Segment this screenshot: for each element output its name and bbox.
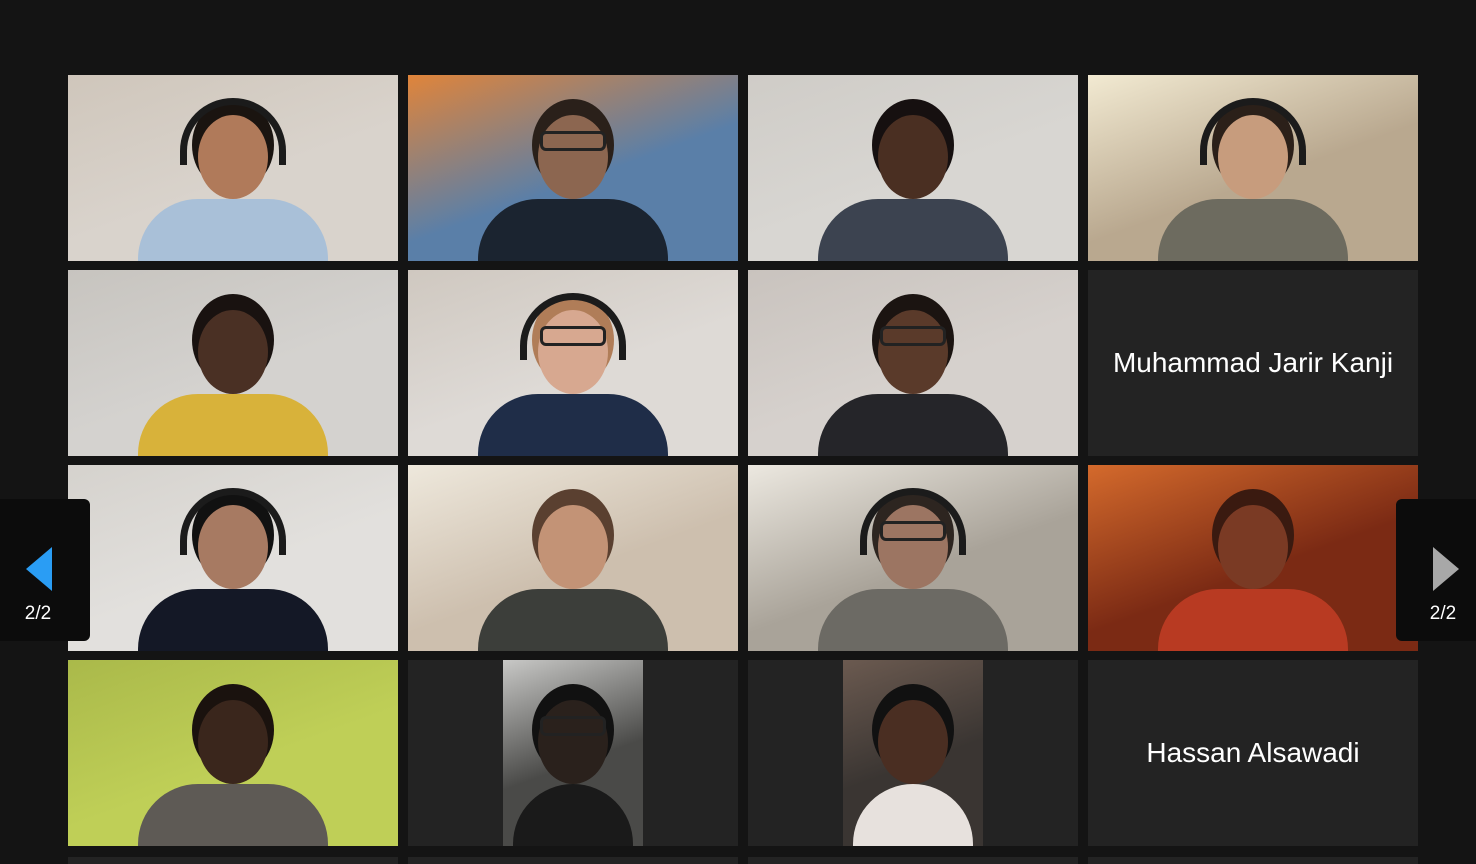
partial-tile bbox=[1088, 857, 1418, 864]
glasses-icon bbox=[540, 131, 606, 151]
participant-video bbox=[68, 660, 398, 846]
participant-silhouette bbox=[818, 589, 1008, 651]
participant-tile[interactable] bbox=[408, 465, 738, 651]
participant-silhouette bbox=[478, 394, 668, 456]
participant-face bbox=[878, 310, 948, 394]
participant-video bbox=[843, 660, 983, 846]
participant-name: Muhammad Jarir Kanji bbox=[1112, 347, 1394, 378]
triangle-left-icon bbox=[26, 547, 52, 591]
participant-tile[interactable] bbox=[408, 270, 738, 456]
participant-tile[interactable]: Muhammad Jarir Kanji bbox=[1088, 270, 1418, 456]
triangle-right-icon bbox=[1433, 547, 1459, 591]
participant-tile[interactable]: Hassan Alsawadi bbox=[1088, 660, 1418, 846]
participant-silhouette bbox=[138, 589, 328, 651]
participant-tile[interactable] bbox=[1088, 75, 1418, 261]
participant-video bbox=[748, 465, 1078, 651]
participant-tile[interactable] bbox=[748, 465, 1078, 651]
participant-tile[interactable] bbox=[68, 465, 398, 651]
participant-tile[interactable] bbox=[68, 660, 398, 846]
participant-silhouette bbox=[818, 394, 1008, 456]
participant-face bbox=[878, 115, 948, 199]
participant-tile[interactable] bbox=[68, 270, 398, 456]
participant-face bbox=[538, 115, 608, 199]
participant-silhouette bbox=[1158, 589, 1348, 651]
headphones-icon bbox=[520, 293, 626, 360]
participant-video bbox=[748, 270, 1078, 456]
participant-video bbox=[68, 270, 398, 456]
video-call-gallery: Muhammad Jarir Kanji Hassan Alsawadi 2/2 … bbox=[0, 0, 1476, 864]
participant-tile[interactable] bbox=[68, 75, 398, 261]
participant-video bbox=[1088, 75, 1418, 261]
participant-face bbox=[198, 310, 268, 394]
page-indicator: 2/2 bbox=[24, 603, 52, 624]
participant-grid: Muhammad Jarir Kanji Hassan Alsawadi bbox=[68, 75, 1418, 846]
participant-silhouette bbox=[853, 784, 973, 846]
headphones-icon bbox=[860, 488, 966, 555]
participant-video bbox=[408, 465, 738, 651]
next-row-peek bbox=[68, 857, 1418, 864]
participant-tile[interactable] bbox=[1088, 465, 1418, 651]
previous-page-button[interactable]: 2/2 bbox=[0, 499, 90, 641]
participant-video bbox=[408, 75, 738, 261]
partial-tile bbox=[748, 857, 1078, 864]
participant-tile[interactable] bbox=[748, 270, 1078, 456]
participant-face bbox=[538, 700, 608, 784]
participant-silhouette bbox=[138, 199, 328, 261]
participant-face bbox=[1218, 505, 1288, 589]
participant-silhouette bbox=[513, 784, 633, 846]
headphones-icon bbox=[180, 98, 286, 165]
headphones-icon bbox=[1200, 98, 1306, 165]
participant-silhouette bbox=[478, 199, 668, 261]
participant-silhouette bbox=[478, 589, 668, 651]
participant-video bbox=[68, 465, 398, 651]
participant-video bbox=[503, 660, 643, 846]
participant-video bbox=[748, 75, 1078, 261]
participant-tile[interactable] bbox=[408, 660, 738, 846]
headphones-icon bbox=[180, 488, 286, 555]
participant-video bbox=[68, 75, 398, 261]
participant-video bbox=[1088, 465, 1418, 651]
participant-name: Hassan Alsawadi bbox=[1146, 737, 1360, 768]
glasses-icon bbox=[540, 716, 606, 736]
participant-tile[interactable] bbox=[748, 75, 1078, 261]
glasses-icon bbox=[880, 326, 946, 346]
participant-face bbox=[198, 700, 268, 784]
partial-tile bbox=[68, 857, 398, 864]
participant-tile[interactable] bbox=[748, 660, 1078, 846]
participant-silhouette bbox=[138, 784, 328, 846]
participant-silhouette bbox=[1158, 199, 1348, 261]
participant-face bbox=[538, 505, 608, 589]
next-page-button[interactable]: 2/2 bbox=[1396, 499, 1476, 641]
page-indicator: 2/2 bbox=[1429, 603, 1457, 624]
participant-silhouette bbox=[818, 199, 1008, 261]
participant-tile[interactable] bbox=[408, 75, 738, 261]
participant-silhouette bbox=[138, 394, 328, 456]
participant-video bbox=[408, 270, 738, 456]
participant-face bbox=[878, 700, 948, 784]
partial-tile bbox=[408, 857, 738, 864]
